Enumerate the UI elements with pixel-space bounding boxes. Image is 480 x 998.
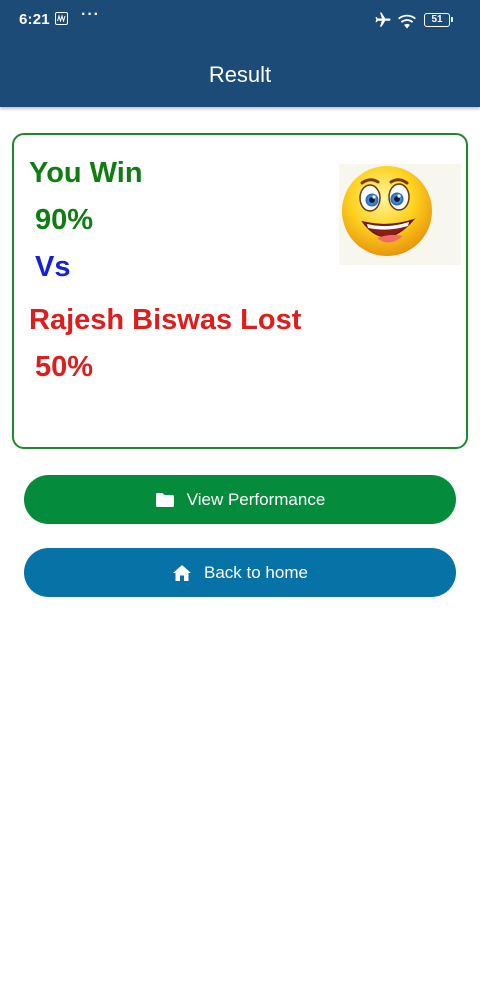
home-icon [172, 564, 192, 582]
folder-icon [155, 491, 175, 509]
view-performance-label: View Performance [186, 489, 326, 509]
lost-percent: 50% [35, 351, 94, 383]
back-to-home-button[interactable]: Back to home [24, 548, 456, 597]
more-notifications-icon: ··· [81, 6, 100, 23]
win-percent: 90% [35, 204, 94, 236]
app-bar: Result [0, 44, 480, 107]
page-title: Result [208, 62, 272, 87]
smiley-emoji-image [339, 164, 461, 265]
wifi-icon [397, 11, 417, 34]
vs-label: Vs [35, 251, 71, 283]
app-notification-icon [55, 12, 68, 25]
lost-label: Rajesh Biswas Lost [29, 304, 302, 336]
battery-icon: 51 [424, 13, 453, 27]
back-to-home-label: Back to home [204, 562, 308, 582]
status-bar: 6:21 ··· 51 [0, 0, 480, 44]
result-card: You Win 90% Vs Rajesh Biswas Lost 50% [12, 133, 468, 449]
win-label: You Win [29, 157, 143, 189]
battery-level: 51 [431, 14, 443, 25]
view-performance-button[interactable]: View Performance [24, 475, 456, 524]
status-time: 6:21 [19, 11, 50, 28]
airplane-icon [374, 11, 392, 34]
